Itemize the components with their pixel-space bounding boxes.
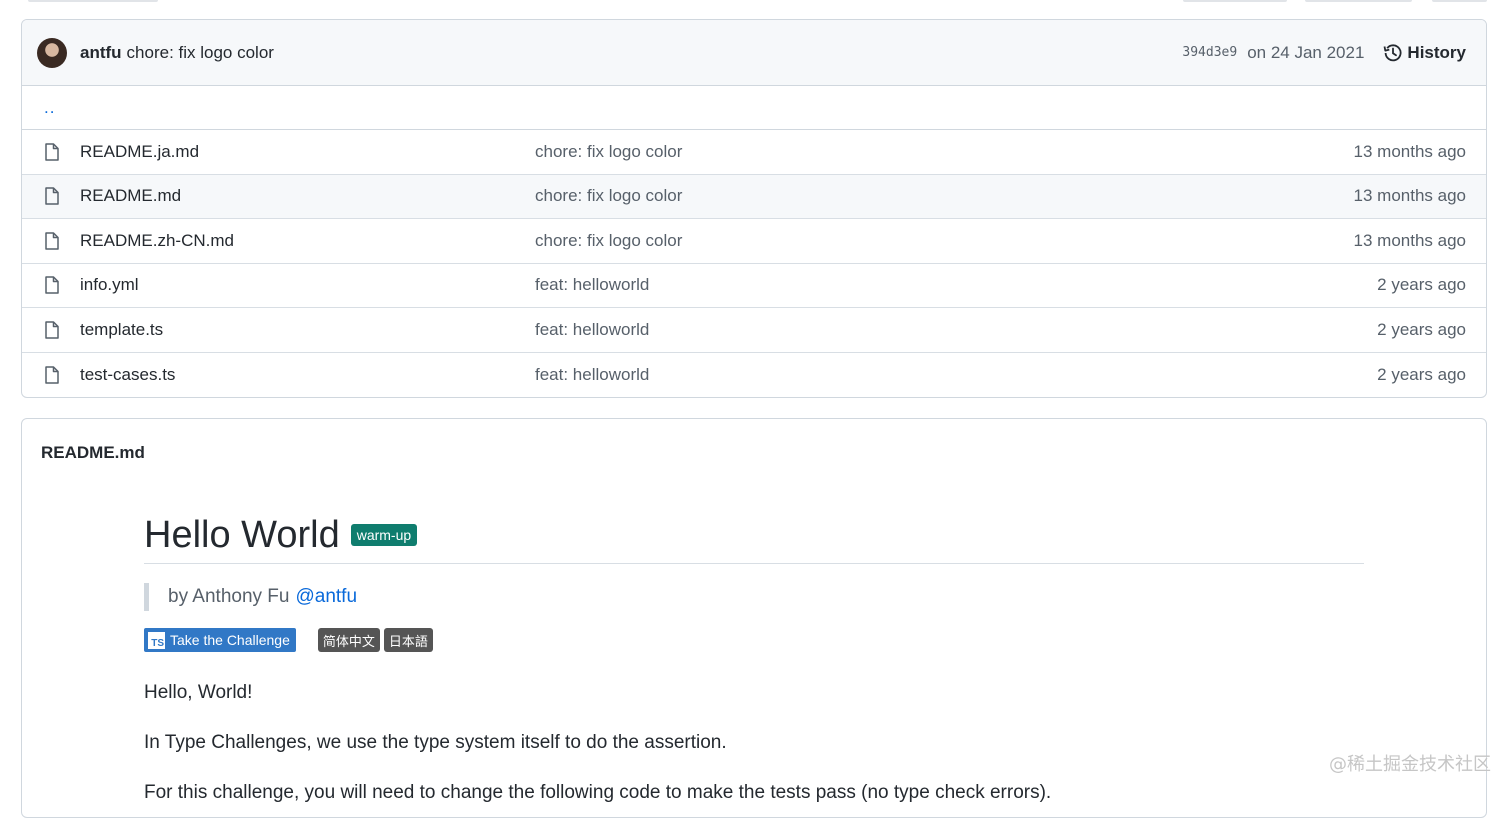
commit-author[interactable]: antfu xyxy=(80,43,122,63)
badge-row: TS Take the Challenge 简体中文 日本語 xyxy=(144,628,1364,652)
file-icon xyxy=(22,187,80,205)
file-icon xyxy=(22,232,80,250)
readme-file-title[interactable]: README.md xyxy=(41,443,145,463)
readme-paragraph: For this challenge, you will need to cha… xyxy=(144,782,1052,803)
commit-sha[interactable]: 394d3e9 xyxy=(1182,45,1237,60)
file-commit-message[interactable]: chore: fix logo color xyxy=(535,186,1354,206)
file-name-link[interactable]: test-cases.ts xyxy=(80,365,535,385)
latest-commit-bar: antfu chore: fix logo color 394d3e9 on 2… xyxy=(22,20,1486,86)
file-row[interactable]: info.yml feat: helloworld 2 years ago xyxy=(22,264,1486,308)
file-browser: antfu chore: fix logo color 394d3e9 on 2… xyxy=(21,19,1487,398)
file-commit-age: 13 months ago xyxy=(1353,186,1466,206)
commit-date: on 24 Jan 2021 xyxy=(1247,42,1365,62)
file-commit-age: 2 years ago xyxy=(1377,275,1466,295)
file-row[interactable]: README.ja.md chore: fix logo color 13 mont… xyxy=(22,130,1486,175)
avatar[interactable] xyxy=(37,37,67,68)
parent-directory-link[interactable]: .. xyxy=(22,86,1486,130)
file-commit-message[interactable]: feat: helloworld xyxy=(535,320,1377,340)
difficulty-badge[interactable]: warm-up xyxy=(350,524,418,546)
header-button-stub xyxy=(1432,0,1487,2)
file-commit-message[interactable]: feat: helloworld xyxy=(535,365,1377,385)
readme-heading: Hello World xyxy=(144,513,340,556)
file-icon xyxy=(22,276,80,294)
typescript-icon: TS xyxy=(148,631,165,649)
readme-heading-row: Hello World warm-up xyxy=(144,507,1364,564)
history-clock-icon xyxy=(1384,43,1402,61)
header-tab-stub xyxy=(28,0,158,2)
file-commit-message[interactable]: chore: fix logo color xyxy=(535,142,1354,162)
readme-paragraph: In Type Challenges, we use the type syst… xyxy=(144,732,727,753)
file-name-link[interactable]: README.zh-CN.md xyxy=(80,231,535,251)
commit-message[interactable]: chore: fix logo color xyxy=(127,43,274,63)
lang-badge-ja[interactable]: 日本語 xyxy=(383,628,433,652)
readme-panel: README.md Hello World warm-up by Anthony… xyxy=(21,418,1487,818)
take-challenge-label: Take the Challenge xyxy=(170,632,290,648)
file-icon xyxy=(22,143,80,161)
watermark: @稀土掘金技术社区 xyxy=(1329,754,1491,775)
file-commit-age: 2 years ago xyxy=(1377,319,1466,339)
file-commit-age: 2 years ago xyxy=(1377,364,1466,384)
file-commit-message[interactable]: feat: helloworld xyxy=(535,275,1377,295)
history-button[interactable]: History xyxy=(1383,43,1466,63)
byline-text: by Anthony Fu xyxy=(168,586,290,607)
file-row[interactable]: template.ts feat: helloworld 2 years ago xyxy=(22,308,1486,353)
file-commit-message[interactable]: chore: fix logo color xyxy=(535,231,1354,251)
file-name-link[interactable]: README.ja.md xyxy=(80,142,535,162)
file-commit-age: 13 months ago xyxy=(1353,230,1466,250)
file-name-link[interactable]: template.ts xyxy=(80,320,535,340)
history-label: History xyxy=(1407,42,1466,62)
file-name-link[interactable]: README.md xyxy=(80,186,535,206)
file-name-link[interactable]: info.yml xyxy=(80,275,535,295)
file-row[interactable]: README.zh-CN.md chore: fix logo color 13 m… xyxy=(22,219,1486,264)
file-row[interactable]: test-cases.ts feat: helloworld 2 years ago xyxy=(22,353,1486,398)
file-icon xyxy=(22,366,80,384)
readme-content: Hello World warm-up by Anthony Fu @antfu… xyxy=(144,507,1364,804)
lang-badge-zh[interactable]: 简体中文 xyxy=(317,628,380,652)
file-row[interactable]: README.md chore: fix logo color 13 months … xyxy=(22,174,1486,219)
header-button-stub xyxy=(1183,0,1287,2)
file-commit-age: 13 months ago xyxy=(1353,141,1466,161)
take-challenge-badge[interactable]: TS Take the Challenge xyxy=(144,628,296,652)
readme-paragraph: Hello, World! xyxy=(144,682,253,703)
header-button-stub xyxy=(1305,0,1412,2)
file-icon xyxy=(22,321,80,339)
author-handle-link[interactable]: @antfu xyxy=(295,586,357,608)
author-blockquote: by Anthony Fu @antfu xyxy=(144,583,1364,611)
